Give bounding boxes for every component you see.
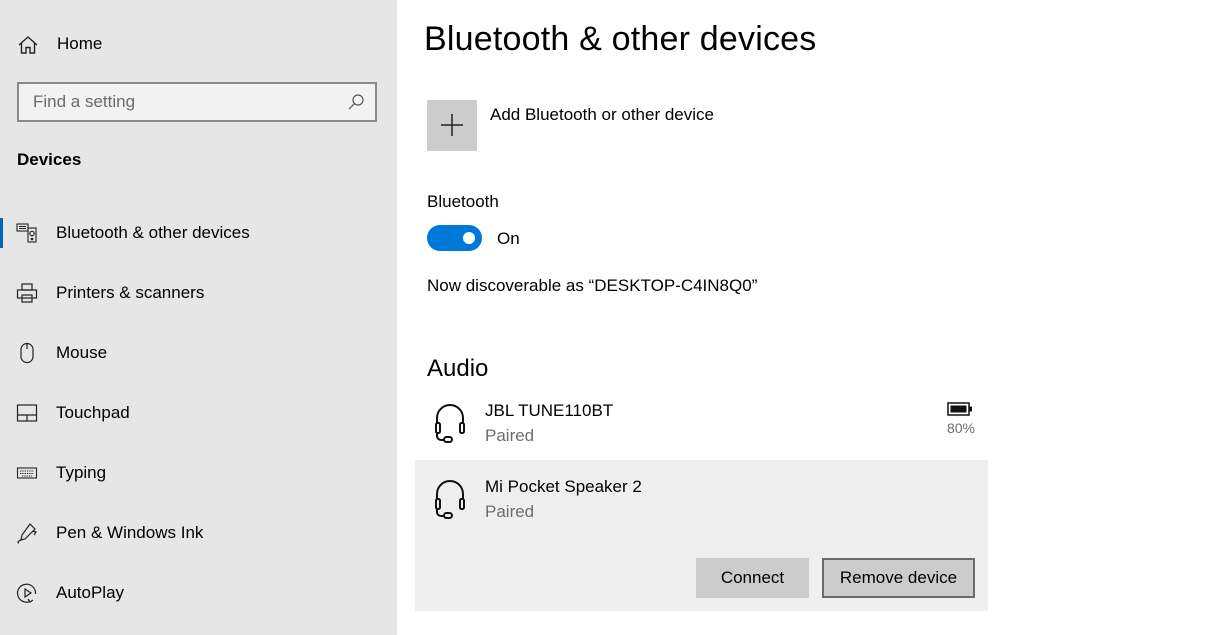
add-device-tile[interactable] xyxy=(427,100,477,151)
discoverable-text: Now discoverable as “DESKTOP-C4IN8Q0” xyxy=(427,276,758,295)
device-item-selected[interactable]: Mi Pocket Speaker 2 Paired Connect Remov… xyxy=(415,460,988,611)
plus-icon xyxy=(441,114,463,136)
sidebar-item-mouse[interactable]: Mouse xyxy=(0,324,397,384)
device-name: Mi Pocket Speaker 2 xyxy=(485,477,642,496)
add-device-label: Add Bluetooth or other device xyxy=(490,105,714,124)
headset-icon xyxy=(433,402,467,444)
sidebar: Home Devices xyxy=(0,0,397,635)
settings-window: Home Devices xyxy=(0,0,1227,635)
battery-indicator: 80% xyxy=(945,402,975,436)
audio-section-title: Audio xyxy=(427,355,489,382)
search-icon[interactable] xyxy=(347,93,365,111)
home-icon xyxy=(17,34,39,56)
mouse-icon xyxy=(16,342,38,364)
sidebar-item-typing[interactable]: Typing xyxy=(0,444,397,504)
sidebar-item-printers[interactable]: Printers & scanners xyxy=(0,264,397,324)
sidebar-item-label: Typing xyxy=(56,463,107,482)
home-label: Home xyxy=(57,34,103,53)
device-item[interactable]: JBL TUNE110BT Paired 80% xyxy=(415,392,988,460)
printer-icon xyxy=(16,282,38,304)
main-content: Bluetooth & other devices Add Bluetooth … xyxy=(397,0,1227,635)
nav-list: Bluetooth & other devices Printers & sca… xyxy=(0,204,397,624)
remove-device-button[interactable]: Remove device xyxy=(822,558,975,598)
sidebar-item-label: Mouse xyxy=(56,343,108,362)
sidebar-item-label: Pen & Windows Ink xyxy=(56,523,204,542)
sidebar-item-label: Bluetooth & other devices xyxy=(56,223,250,242)
page-title: Bluetooth & other devices xyxy=(424,20,817,58)
sidebar-item-pen[interactable]: Pen & Windows Ink xyxy=(0,504,397,564)
sidebar-item-label: AutoPlay xyxy=(56,583,125,602)
toggle-knob xyxy=(463,232,475,244)
device-status: Paired xyxy=(485,426,535,445)
nav-home[interactable]: Home xyxy=(0,24,397,64)
sidebar-item-label: Touchpad xyxy=(56,403,130,422)
sidebar-item-autoplay[interactable]: AutoPlay xyxy=(0,564,397,624)
touchpad-icon xyxy=(16,402,38,424)
bluetooth-devices-icon xyxy=(16,222,38,244)
section-title: Devices xyxy=(17,150,82,169)
search-input[interactable] xyxy=(19,84,339,120)
pen-icon xyxy=(16,522,38,544)
device-status: Paired xyxy=(485,502,535,521)
add-device-button[interactable]: Add Bluetooth or other device xyxy=(427,100,714,152)
sidebar-item-touchpad[interactable]: Touchpad xyxy=(0,384,397,444)
device-name: JBL TUNE110BT xyxy=(485,401,614,420)
bluetooth-toggle[interactable] xyxy=(427,225,482,251)
sidebar-item-label: Printers & scanners xyxy=(56,283,205,302)
headset-icon xyxy=(433,478,467,520)
keyboard-icon xyxy=(16,462,38,484)
connect-button[interactable]: Connect xyxy=(696,558,809,598)
sidebar-item-bluetooth[interactable]: Bluetooth & other devices xyxy=(0,204,397,264)
autoplay-icon xyxy=(16,582,38,604)
battery-percent: 80% xyxy=(946,420,975,436)
battery-icon xyxy=(947,402,972,416)
search-box[interactable] xyxy=(17,82,377,122)
bluetooth-toggle-state: On xyxy=(497,229,520,248)
bluetooth-label: Bluetooth xyxy=(427,192,499,211)
